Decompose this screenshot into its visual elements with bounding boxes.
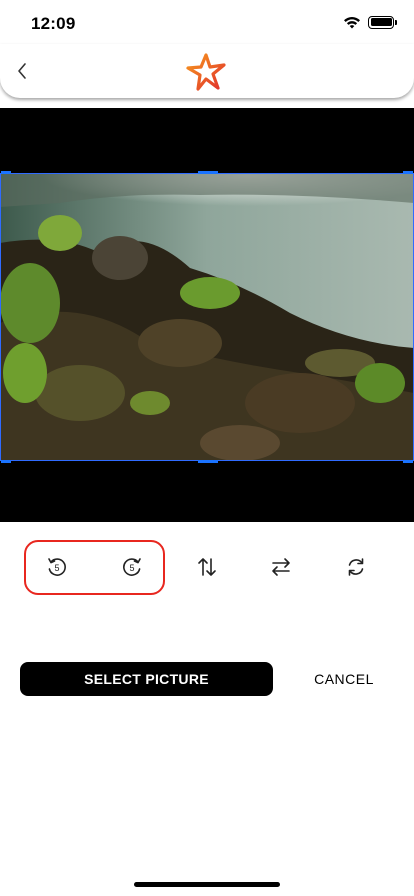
home-indicator[interactable]: [134, 882, 280, 887]
crop-handle-bottom[interactable]: [198, 460, 218, 463]
rotate-right-icon: 5: [123, 558, 141, 576]
back-button[interactable]: [8, 56, 36, 86]
edit-toolbar: 5 5: [0, 540, 414, 596]
rotate-right-button[interactable]: 5: [117, 552, 147, 582]
reset-rotate-button[interactable]: [341, 552, 371, 582]
rotate-left-label: 5: [54, 563, 59, 573]
reset-rotate-icon: [348, 558, 364, 576]
crop-frame[interactable]: [0, 171, 414, 463]
flip-vertical-icon: [198, 558, 216, 576]
status-bar: 12:09: [0, 0, 414, 44]
cancel-button[interactable]: CANCEL: [304, 662, 384, 696]
crop-handle-top-right[interactable]: [403, 171, 413, 174]
star-logo-icon: [186, 53, 226, 91]
flip-horizontal-button[interactable]: [266, 552, 296, 582]
wifi-icon: [344, 16, 360, 29]
rotate-left-icon: 5: [48, 558, 66, 576]
battery-icon: [368, 15, 397, 29]
crop-handle-bottom-left[interactable]: [1, 460, 11, 463]
flip-vertical-button[interactable]: [192, 552, 222, 582]
status-icons: [343, 15, 397, 29]
chevron-left-icon: [18, 63, 26, 79]
crop-handle-top[interactable]: [198, 171, 218, 174]
crop-canvas[interactable]: [0, 108, 414, 522]
status-time: 12:09: [31, 14, 76, 33]
crop-handle-bottom-right[interactable]: [403, 460, 413, 463]
rotate-left-button[interactable]: 5: [42, 552, 72, 582]
select-picture-button[interactable]: SELECT PICTURE: [20, 662, 273, 696]
rotate-right-label: 5: [129, 563, 134, 573]
crop-handle-top-left[interactable]: [1, 171, 11, 174]
nav-bar: [0, 44, 414, 98]
flip-horizontal-icon: [272, 558, 290, 576]
